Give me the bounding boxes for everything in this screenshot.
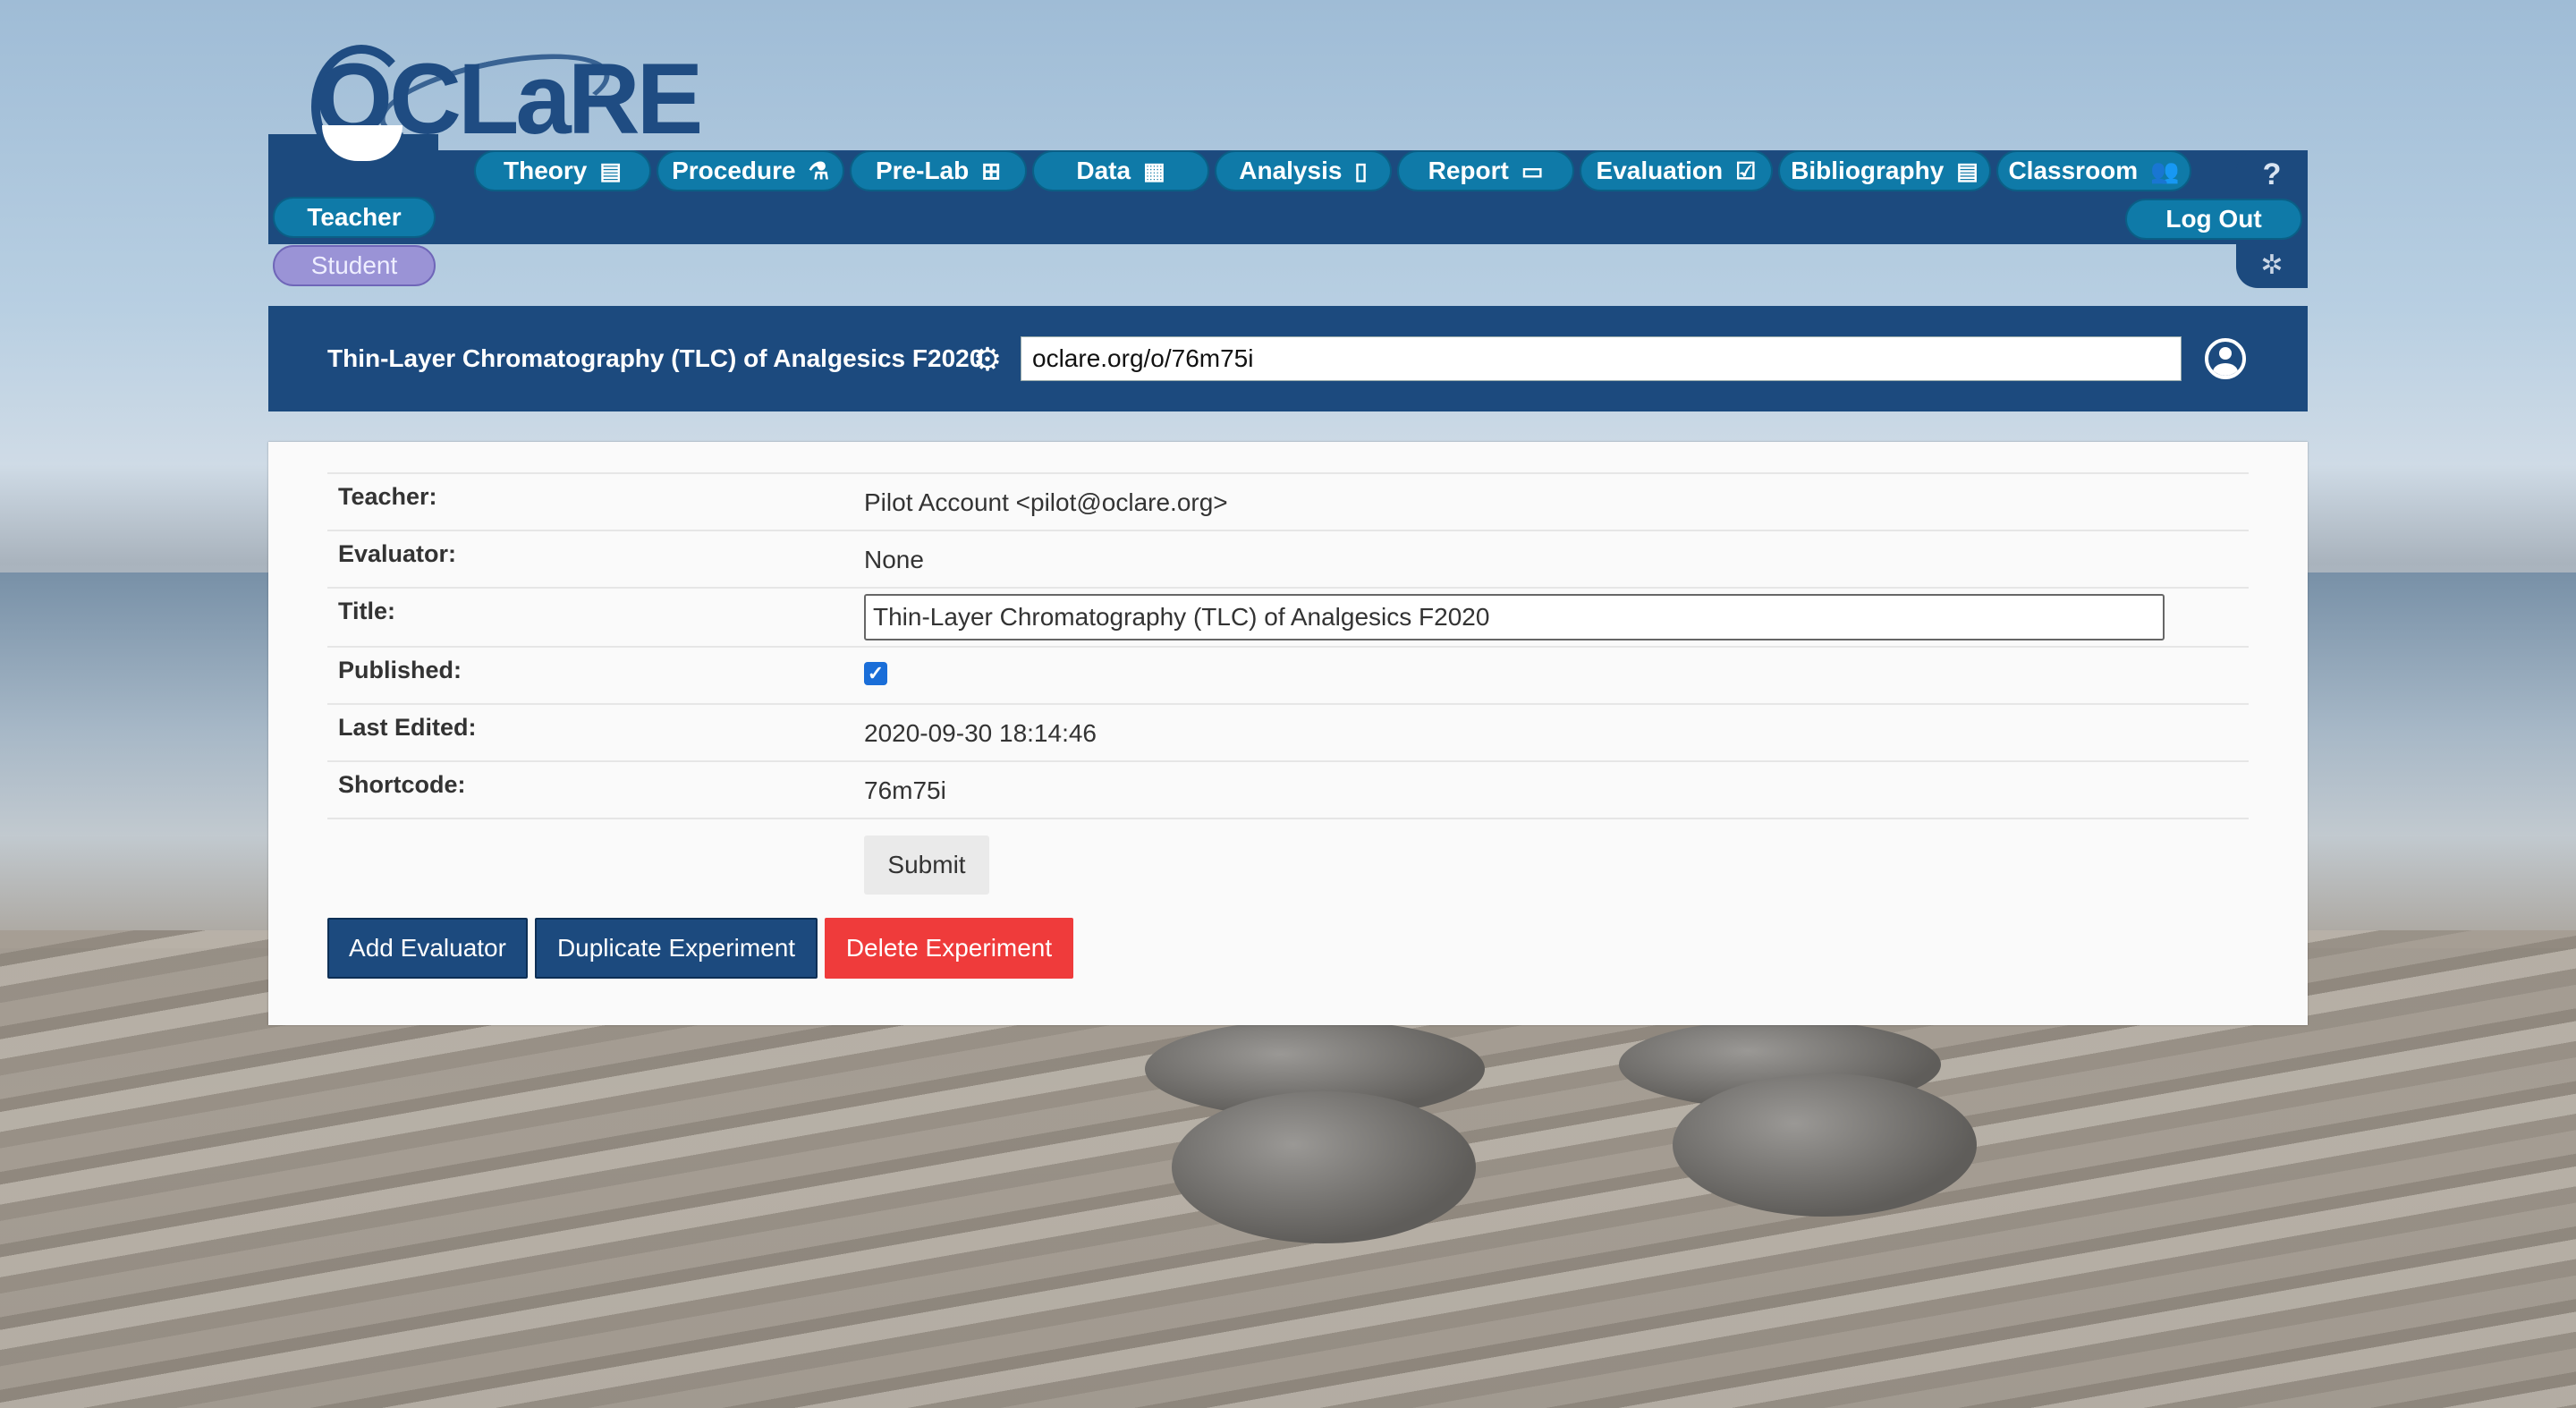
checkbox-icon: ☑	[1735, 157, 1757, 184]
duplicate-experiment-button[interactable]: Duplicate Experiment	[535, 918, 818, 979]
tab-pre-lab-label: Pre-Lab	[875, 157, 970, 184]
title-label: Title:	[338, 598, 396, 624]
users-icon: 👥	[2150, 157, 2180, 184]
teacher-role-button[interactable]: Teacher	[273, 197, 436, 238]
teacher-value: Pilot Account <pilot@oclare.org>	[864, 488, 1228, 516]
tab-theory[interactable]: Theory ▤	[474, 150, 651, 191]
tab-bibliography-label: Bibliography	[1791, 157, 1945, 184]
tab-data-label: Data	[1076, 157, 1131, 184]
sitemap-icon: ⊞	[981, 157, 1002, 184]
tab-procedure[interactable]: Procedure ⚗	[657, 150, 844, 191]
evaluator-label: Evaluator:	[338, 540, 457, 567]
student-role-button[interactable]: Student	[273, 245, 436, 286]
teacher-row: Teacher: Pilot Account <pilot@oclare.org…	[327, 472, 2249, 530]
logout-button[interactable]: Log Out	[2125, 199, 2302, 240]
add-evaluator-button[interactable]: Add Evaluator	[327, 918, 528, 979]
evaluator-value: None	[864, 546, 924, 573]
divider	[327, 818, 2249, 819]
tab-analysis[interactable]: Analysis ▯	[1215, 150, 1392, 191]
tab-data[interactable]: Data ▦	[1032, 150, 1209, 191]
tab-bibliography[interactable]: Bibliography ▤	[1778, 150, 1991, 191]
published-row: Published: ✓	[327, 646, 2249, 703]
experiment-titlebar: Thin-Layer Chromatography (TLC) of Analg…	[268, 306, 2308, 411]
shortcode-label: Shortcode:	[338, 771, 466, 798]
tab-evaluation-label: Evaluation	[1596, 157, 1724, 184]
calculator-icon: ▦	[1143, 157, 1165, 184]
title-input[interactable]	[864, 594, 2165, 640]
clipboard-icon: ▭	[1521, 157, 1544, 184]
shortcode-value: 76m75i	[864, 776, 946, 804]
help-button[interactable]: ?	[2236, 150, 2308, 199]
published-label: Published:	[338, 657, 462, 683]
user-account-icon[interactable]	[2205, 338, 2246, 379]
background-stone	[1172, 1091, 1476, 1243]
title-row: Title:	[327, 587, 2249, 646]
tab-pre-lab[interactable]: Pre-Lab ⊞	[850, 150, 1027, 191]
teacher-label: Teacher:	[338, 483, 437, 510]
flask-icon: ⚗	[808, 157, 829, 184]
tab-report[interactable]: Report ▭	[1397, 150, 1574, 191]
tab-evaluation[interactable]: Evaluation ☑	[1580, 150, 1773, 191]
book-icon: ▤	[599, 157, 622, 184]
bug-report-button[interactable]: ✲	[2236, 242, 2308, 288]
submit-button[interactable]: Submit	[864, 835, 989, 895]
tab-classroom-label: Classroom	[2008, 157, 2139, 184]
last-edited-label: Last Edited:	[338, 714, 477, 741]
gear-icon[interactable]: ⚙	[971, 344, 1004, 376]
question-icon: ?	[2262, 157, 2282, 191]
evaluator-row: Evaluator: None	[327, 530, 2249, 587]
last-edited-row: Last Edited: 2020-09-30 18:14:46	[327, 703, 2249, 760]
tab-classroom[interactable]: Classroom 👥	[1996, 150, 2191, 191]
shortcode-row: Shortcode: 76m75i	[327, 760, 2249, 818]
experiment-title: Thin-Layer Chromatography (TLC) of Analg…	[327, 344, 984, 372]
book-icon: ▤	[1956, 157, 1979, 184]
document-icon: ▯	[1354, 157, 1368, 184]
published-checkbox[interactable]: ✓	[864, 662, 887, 685]
experiment-details-panel: Teacher: Pilot Account <pilot@oclare.org…	[268, 442, 2308, 1025]
last-edited-value: 2020-09-30 18:14:46	[864, 719, 1097, 747]
delete-experiment-button[interactable]: Delete Experiment	[825, 918, 1073, 979]
tab-analysis-label: Analysis	[1239, 157, 1343, 184]
section-tabs: Theory ▤ Procedure ⚗ Pre-Lab ⊞ Data ▦ An…	[474, 150, 2191, 193]
tab-theory-label: Theory	[504, 157, 588, 184]
background-stone	[1673, 1073, 1977, 1217]
share-url-input[interactable]	[1021, 336, 2182, 381]
tab-report-label: Report	[1428, 157, 1509, 184]
tab-procedure-label: Procedure	[672, 157, 796, 184]
bug-icon: ✲	[2260, 250, 2284, 280]
